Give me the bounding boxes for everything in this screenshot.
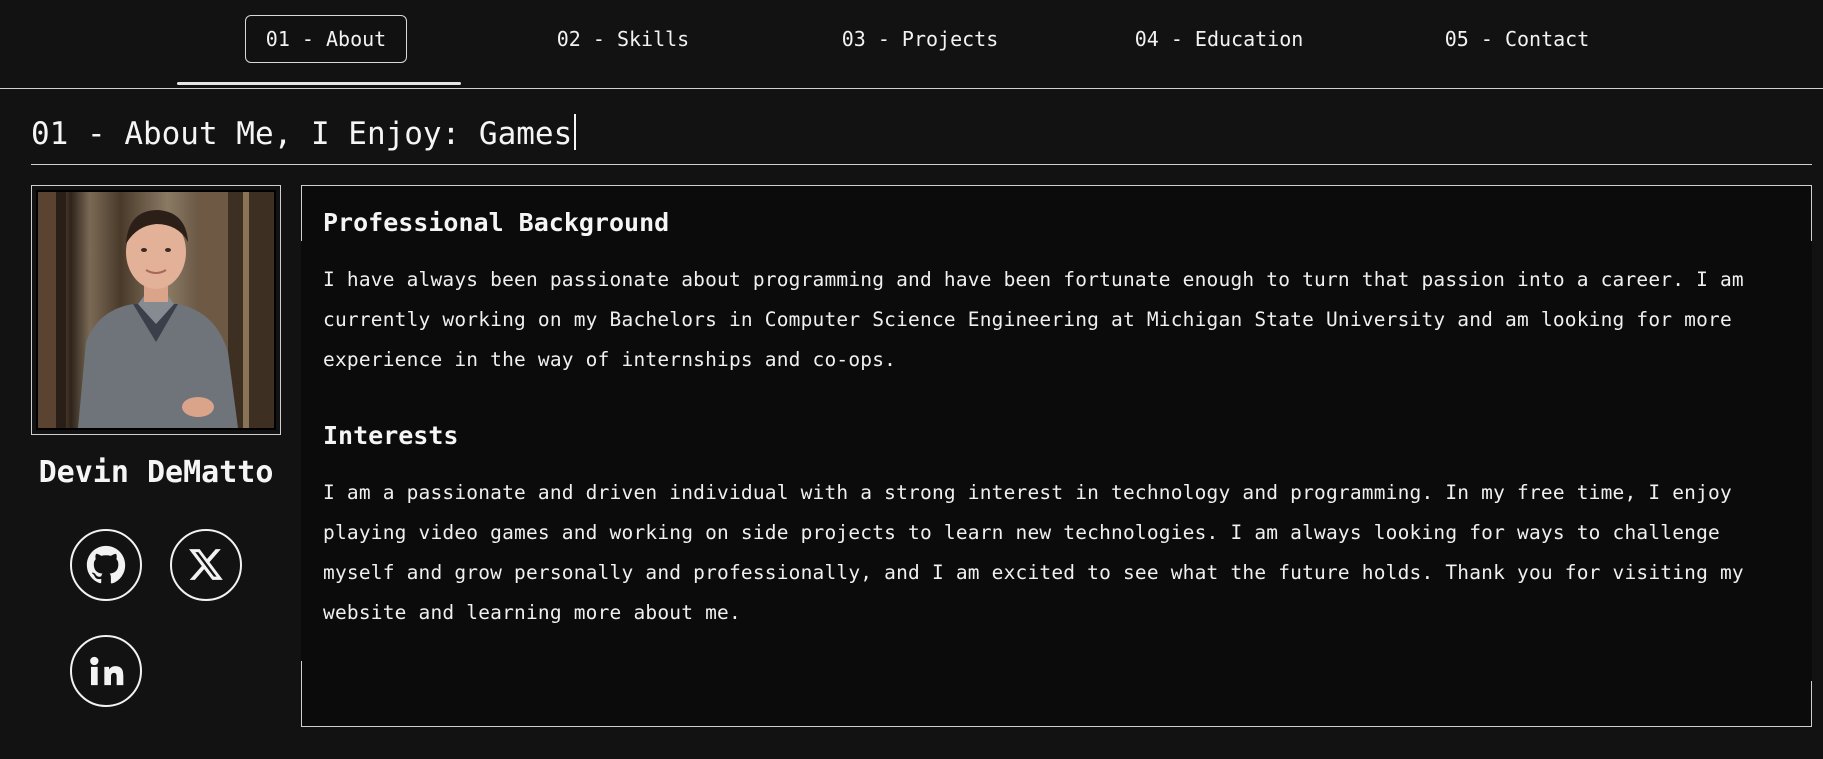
section-title-interests: Interests [323,421,459,450]
top-nav: 01 - About 02 - Skills 03 - Projects 04 … [0,0,1823,89]
active-tab-indicator [177,82,461,85]
tab-about[interactable]: 01 - About [245,15,407,63]
page-title-text: 01 - About Me, I Enjoy: Games [31,116,573,152]
tab-projects[interactable]: 03 - Projects [830,15,1010,63]
tab-skills[interactable]: 02 - Skills [545,15,701,63]
section-body-professional: I have always been passionate about prog… [323,268,1744,371]
about-card: Professional Background I have always be… [301,185,1812,727]
profile-photo-illustration [38,192,274,428]
github-link[interactable] [70,529,142,601]
linkedin-link[interactable] [70,635,142,707]
github-icon [86,545,126,584]
section-title-professional: Professional Background [323,208,670,237]
card-border-gap-left [301,241,303,661]
typing-cursor [574,114,577,150]
profile-photo [36,190,276,430]
profile-photo-frame [31,185,281,435]
tab-education[interactable]: 04 - Education [1125,15,1313,63]
linkedin-icon [90,656,124,686]
tab-contact[interactable]: 05 - Contact [1435,15,1599,63]
x-link[interactable] [170,529,242,601]
heading-divider [31,164,1812,165]
profile-name: Devin DeMatto [38,455,274,490]
card-border-gap-right [1810,241,1812,681]
x-icon [189,549,223,580]
page-title: 01 - About Me, I Enjoy: Games [31,112,577,156]
section-body-interests: I am a passionate and driven individual … [323,481,1744,624]
